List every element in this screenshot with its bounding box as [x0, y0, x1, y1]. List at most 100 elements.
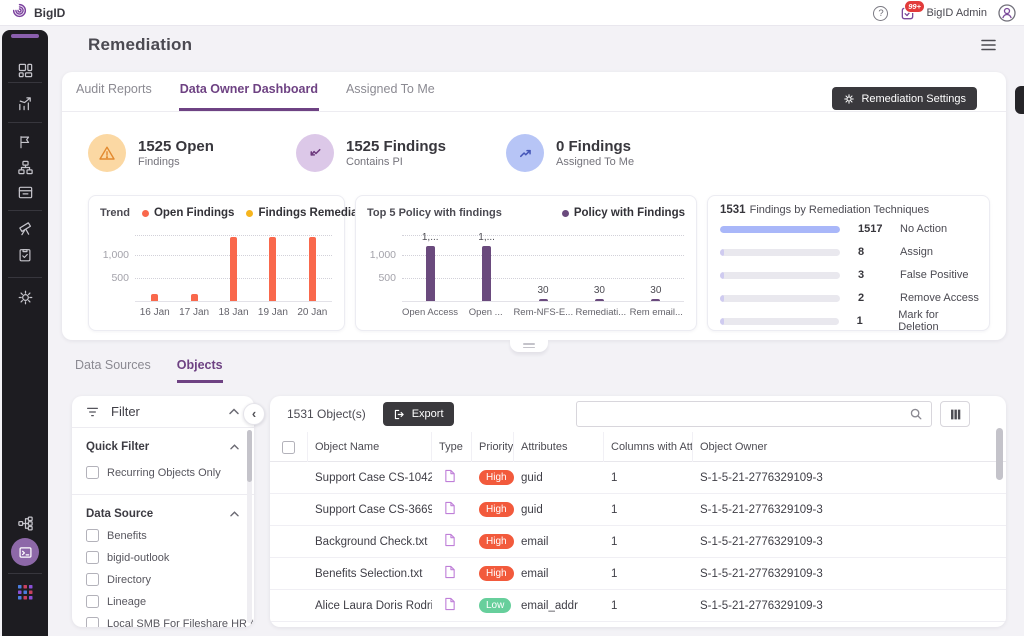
notifications-icon[interactable]: 99+ [899, 5, 915, 21]
sidebar-divider [8, 210, 42, 211]
x-axis-label: 19 Jan [253, 307, 292, 318]
dashboard-tab-audit-reports[interactable]: Audit Reports [75, 82, 153, 111]
cell-object-owner: S-1-5-21-2776329109-3 [693, 536, 1006, 548]
table-row[interactable]: Background Check.txt High email 1 S-1-5-… [270, 526, 1006, 558]
column-chooser-button[interactable] [940, 401, 970, 427]
checkbox[interactable] [86, 466, 99, 479]
filter-scrollbar [247, 430, 252, 623]
sidebar-accent-bar [11, 34, 39, 38]
filter-section-header[interactable]: Quick Filter [86, 441, 240, 453]
cell-priority: High [472, 566, 514, 581]
remediation-techniques-panel: 1531Findings by Remediation Techniques 1… [707, 195, 990, 331]
column-header-object-name[interactable]: Object Name [308, 432, 432, 462]
x-axis-label: Remediati... [573, 307, 628, 318]
checkbox[interactable] [86, 595, 99, 608]
filter-section-header[interactable]: Data Source [86, 508, 240, 520]
page-menu-icon[interactable] [981, 38, 996, 56]
bar [269, 237, 276, 302]
cell-attributes: email [514, 536, 604, 548]
file-icon [444, 565, 456, 579]
technique-row: 1 Mark for Deletion [720, 314, 981, 328]
remediation-settings-button[interactable]: Remediation Settings [832, 87, 977, 110]
filter-title: Filter [111, 404, 140, 419]
filter-checkbox-benefits[interactable]: Benefits [86, 529, 240, 542]
technique-value: 2 [858, 292, 890, 304]
stat-label: Contains PI [346, 156, 446, 168]
stat-assigned-to-me: 0 Findings Assigned To Me [506, 134, 634, 172]
sidebar-item-terminal-icon[interactable] [11, 538, 39, 566]
filter-section-quick-filter: Quick Filter Recurring Objects Only [72, 441, 254, 494]
table-row[interactable]: Benefits Selection.txt High email 1 S-1-… [270, 558, 1006, 590]
bar [595, 299, 604, 301]
sidebar-item-policies-flag-icon[interactable] [16, 133, 34, 151]
cell-type [432, 501, 472, 518]
sidebar-item-settings-gear-icon[interactable] [16, 288, 34, 306]
column-header-attributes[interactable]: Attributes [514, 432, 604, 462]
filter-checkbox-lineage[interactable]: Lineage [86, 595, 240, 608]
dashboard-collapse-handle[interactable] [510, 339, 548, 352]
sidebar-item-dashboard-icon[interactable] [16, 61, 34, 79]
sidebar-item-data-flow-icon[interactable] [16, 514, 34, 532]
filter-checkbox-local-smb-for-fileshare-hr-m[interactable]: Local SMB For Fileshare HR M [86, 617, 240, 627]
checkbox[interactable] [86, 529, 99, 542]
sidebar-item-reports-icon[interactable] [16, 94, 34, 112]
topbar-actions: ? 99+ BigID Admin [873, 0, 1016, 26]
collapse-filter-button[interactable]: ‹ [243, 403, 265, 425]
bar [191, 294, 198, 301]
sidebar-item-hierarchy-icon[interactable] [16, 158, 34, 176]
avatar[interactable] [998, 4, 1016, 22]
export-button[interactable]: Export [383, 402, 454, 426]
bar [482, 246, 491, 301]
tab-data-sources[interactable]: Data Sources [75, 358, 151, 383]
filter-checkbox-bigid-outlook[interactable]: bigid-outlook [86, 551, 240, 564]
user-name[interactable]: BigID Admin [926, 7, 987, 19]
checkbox[interactable] [86, 617, 99, 627]
tab-objects[interactable]: Objects [177, 358, 223, 383]
column-header-columns-with-attribute[interactable]: Columns with Attribute [604, 432, 693, 462]
cell-attributes: email [514, 568, 604, 580]
table-row[interactable]: Support Case CS-3669.txt High guid 1 S-1… [270, 494, 1006, 526]
legend-item: Policy with Findings [562, 207, 685, 219]
column-header-object-owner[interactable]: Object Owner [693, 432, 1006, 462]
search-box [576, 401, 932, 427]
bar [651, 299, 660, 301]
file-icon [444, 501, 456, 515]
sidebar-item-compliance-clipboard-icon[interactable] [16, 246, 34, 264]
table-row[interactable]: Support Case CS-1042.txt High guid 1 S-1… [270, 462, 1006, 494]
help-icon[interactable]: ? [873, 6, 888, 21]
column-header-priority[interactable]: Priority [472, 432, 514, 462]
dashboard-tab-data-owner-dashboard[interactable]: Data Owner Dashboard [179, 82, 319, 111]
column-header-type[interactable]: Type [432, 432, 472, 462]
bar-data-label: 30 [650, 285, 661, 296]
trend-down-arrow-icon [296, 134, 334, 172]
bar [539, 299, 548, 301]
dashboard-tab-assigned-to-me[interactable]: Assigned To Me [345, 82, 436, 111]
checkbox[interactable] [86, 551, 99, 564]
sidebar-item-apps-grid-icon[interactable] [16, 583, 34, 601]
filter-scrollbar-thumb[interactable] [247, 430, 252, 482]
select-all-checkbox[interactable] [282, 441, 295, 454]
table-row[interactable]: Alice Laura Doris Rodriguez CV.docx Low … [270, 590, 1006, 622]
filter-header[interactable]: Filter [72, 396, 254, 428]
edge-widget[interactable] [1015, 86, 1024, 114]
cell-object-name: Support Case CS-1042.txt [308, 472, 432, 484]
table-scrollbar-thumb[interactable] [996, 428, 1003, 480]
sidebar-item-catalog-icon[interactable] [16, 183, 34, 201]
x-axis-label: 18 Jan [214, 307, 253, 318]
checkbox[interactable] [86, 573, 99, 586]
bar-data-label: 30 [537, 285, 548, 296]
gear-icon [843, 93, 855, 105]
sidebar-item-discovery-icon[interactable] [16, 219, 34, 237]
filter-checkbox-recurring-objects-only[interactable]: Recurring Objects Only [86, 466, 240, 479]
chevron-up-icon[interactable] [228, 407, 240, 416]
file-icon [444, 469, 456, 483]
cell-columns-with-attribute: 1 [604, 536, 693, 548]
y-axis-tick: 500 [362, 272, 396, 284]
bar [426, 246, 435, 301]
bar [309, 237, 316, 302]
table-scrollbar [996, 428, 1003, 621]
technique-value: 1 [857, 315, 889, 327]
search-input[interactable] [577, 402, 909, 426]
filter-checkbox-directory[interactable]: Directory [86, 573, 240, 586]
cell-object-owner: S-1-5-21-2776329109-3 [693, 472, 1006, 484]
